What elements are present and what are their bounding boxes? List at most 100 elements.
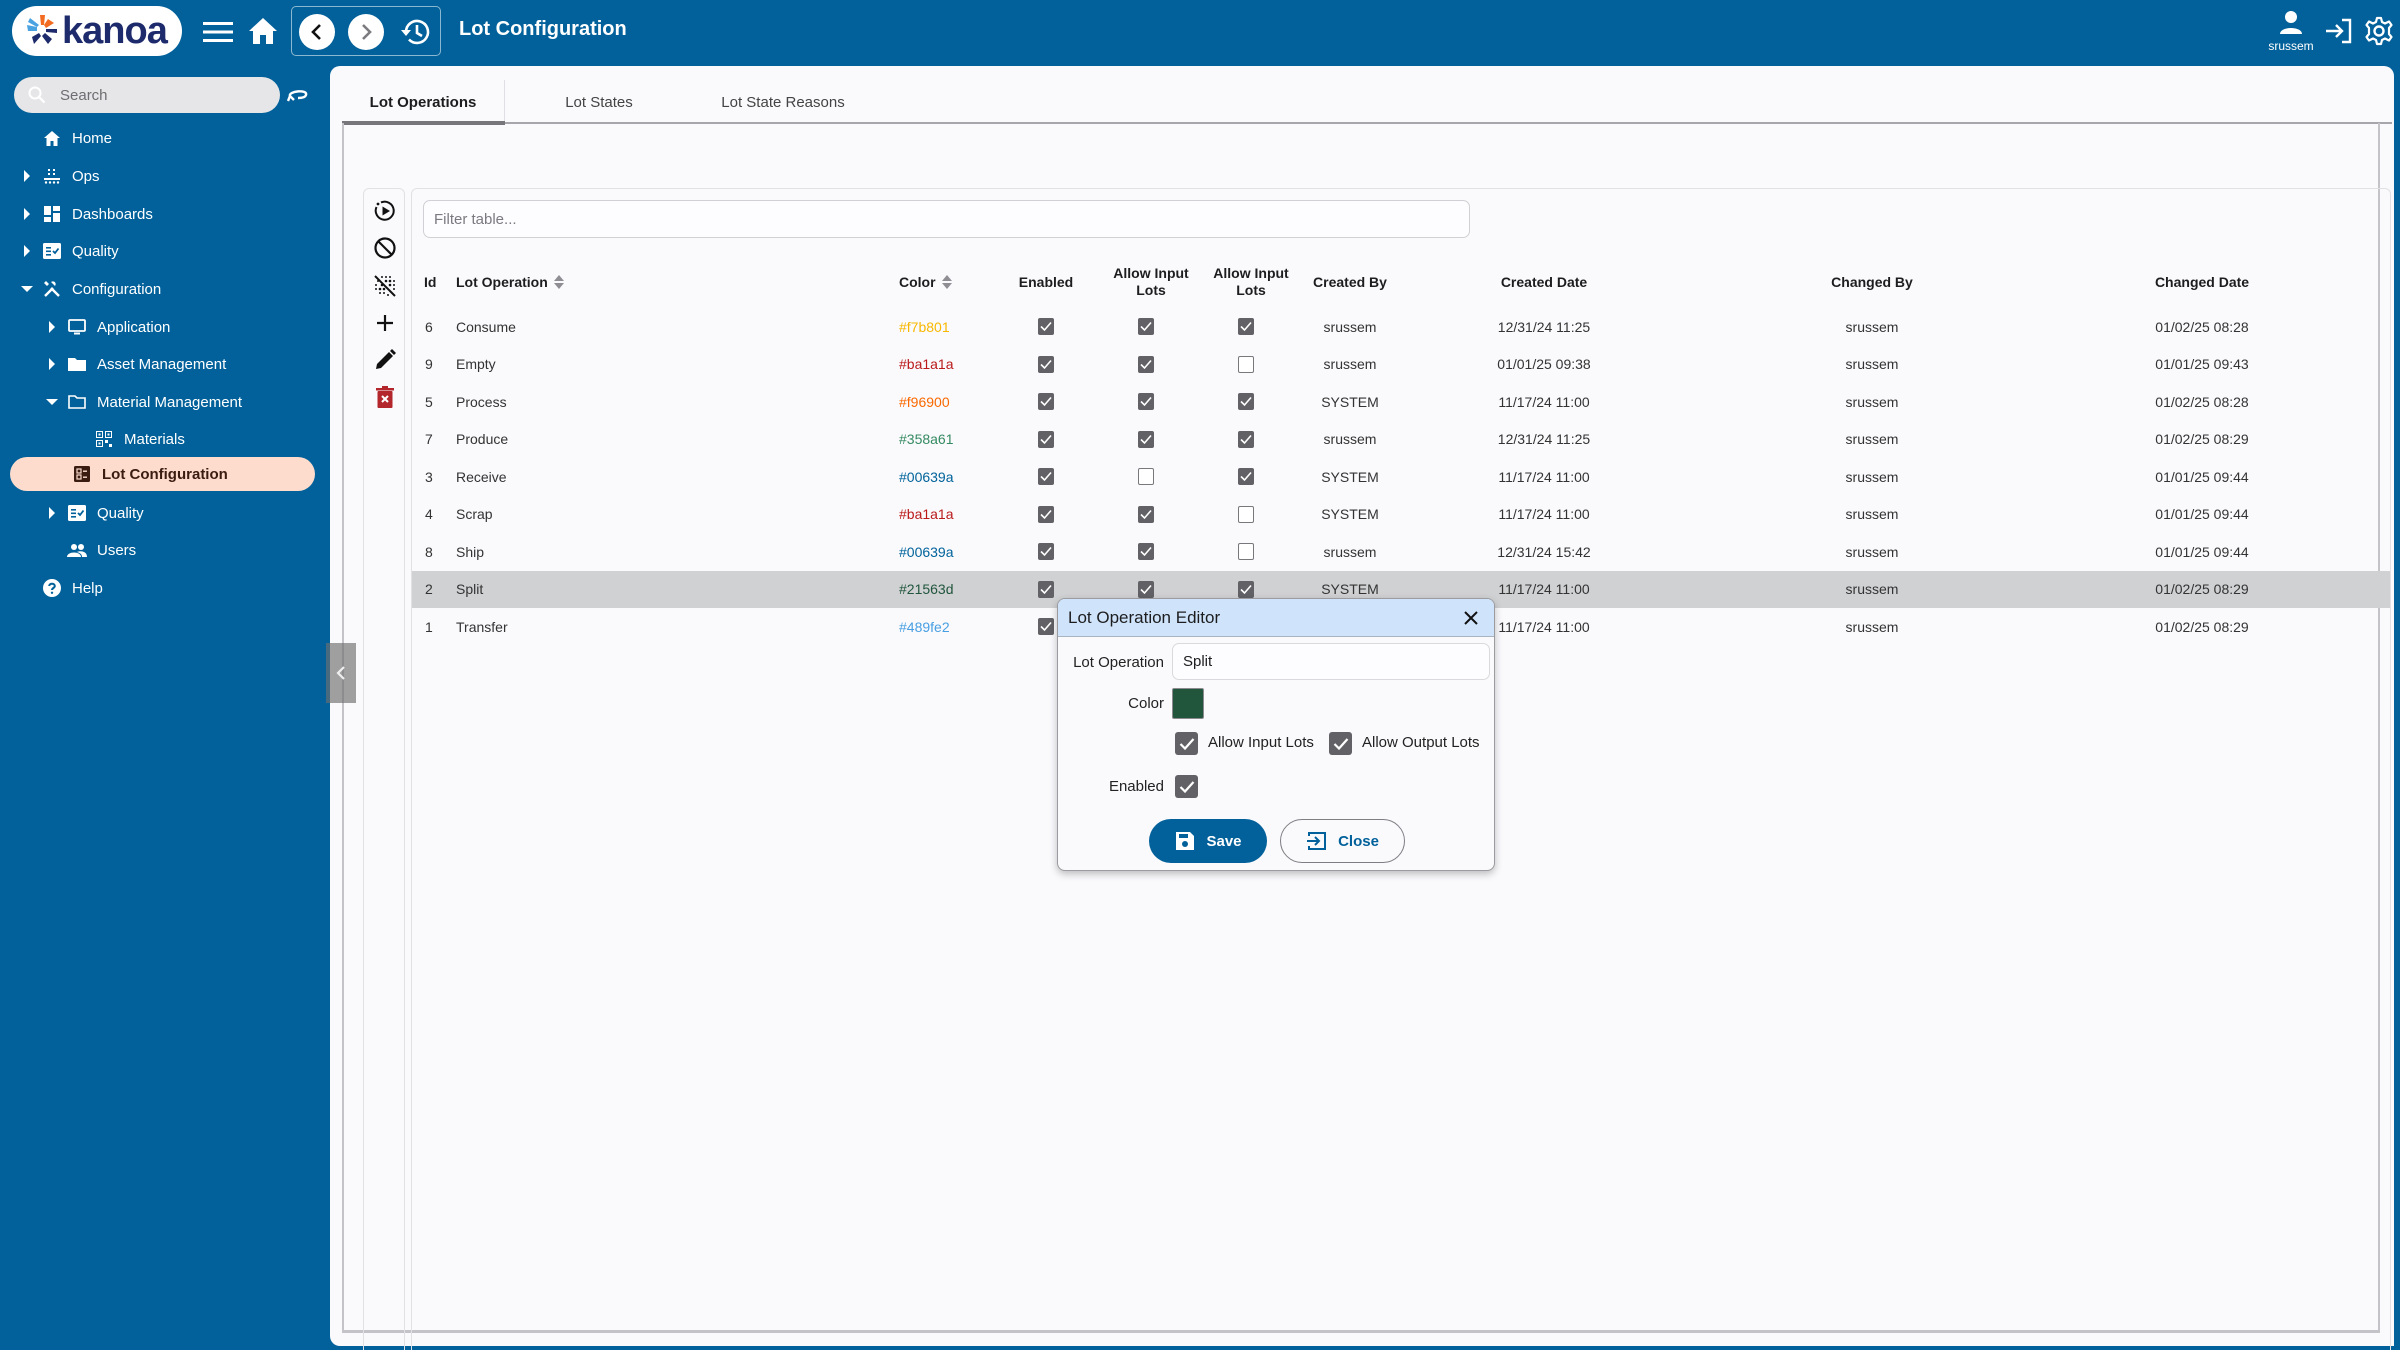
sidebar-item-configuration[interactable]: Configuration [20, 272, 161, 306]
allow-output-lots-checkbox[interactable] [1238, 543, 1254, 561]
sidebar-item-quality[interactable]: Quality [20, 234, 119, 268]
allow-output-lots-checkbox[interactable] [1238, 505, 1254, 523]
enabled-checkbox[interactable] [1038, 543, 1054, 561]
delete-button[interactable] [372, 384, 398, 410]
table-row[interactable]: 8 Ship #00639a srussem 12/31/24 15:42 sr… [412, 533, 2390, 571]
enabled-checkbox[interactable] [1038, 355, 1054, 373]
menu-button[interactable] [200, 14, 236, 50]
enabled-checkbox[interactable] [1038, 393, 1054, 411]
tab-lot-states[interactable]: Lot States [505, 80, 693, 124]
history-button[interactable] [397, 14, 435, 50]
sidebar-item-config-quality[interactable]: Quality [45, 496, 144, 530]
lot-operation-field[interactable] [1172, 643, 1490, 680]
filter-table-input[interactable] [434, 210, 1434, 228]
lot-operation-input[interactable] [1183, 653, 1483, 670]
activate-button[interactable] [372, 198, 398, 224]
allow-input-lots-checkbox[interactable] [1138, 580, 1154, 598]
enabled-checkbox[interactable] [1038, 468, 1054, 486]
column-header-enabled[interactable]: Enabled [1006, 257, 1086, 307]
sidebar-item-lot-configuration[interactable]: Lot Configuration [10, 457, 315, 491]
table-row[interactable]: 4 Scrap #ba1a1a SYSTEM 11/17/24 11:00 sr… [412, 496, 2390, 534]
allow-output-lots-checkbox[interactable] [1238, 430, 1254, 448]
allow-input-lots-checkbox[interactable] [1138, 318, 1154, 336]
id-cell: 8 [425, 543, 433, 560]
page-title: Lot Configuration [459, 18, 627, 40]
deactivate-button[interactable] [372, 235, 398, 261]
dialog-close-button[interactable] [1458, 605, 1484, 631]
allow-output-lots-checkbox[interactable] [1329, 732, 1352, 755]
table-row[interactable]: 6 Consume #f7b801 srussem 12/31/24 11:25… [412, 308, 2390, 346]
sidebar-item-dashboards[interactable]: Dashboards [20, 197, 153, 231]
allow-input-lots-checkbox[interactable] [1138, 430, 1154, 448]
sidebar-search-input[interactable] [60, 86, 260, 104]
id-cell: 6 [425, 318, 433, 335]
lot-operation-cell: Process [456, 393, 507, 410]
enabled-checkbox[interactable] [1038, 318, 1054, 336]
allow-input-lots-checkbox[interactable] [1138, 543, 1154, 561]
column-header-color[interactable]: Color [899, 257, 952, 307]
enabled-cell [1026, 346, 1066, 384]
clear-filter-button[interactable] [372, 273, 398, 299]
allow-output-lots-checkbox[interactable] [1238, 318, 1254, 336]
table-row[interactable]: 3 Receive #00639a SYSTEM 11/17/24 11:00 … [412, 458, 2390, 496]
allow-input-lots-checkbox[interactable] [1138, 355, 1154, 373]
settings-button[interactable] [2362, 14, 2396, 48]
table-row[interactable]: 9 Empty #ba1a1a srussem 01/01/25 09:38 s… [412, 346, 2390, 384]
column-header-changed-by[interactable]: Changed By [1812, 257, 1932, 307]
sidebar-item-ops[interactable]: Ops [20, 159, 100, 193]
sidebar-item-users[interactable]: Users [45, 533, 136, 567]
sidebar-search[interactable] [14, 77, 280, 113]
history-icon [401, 19, 430, 45]
table-row[interactable]: 7 Produce #358a61 srussem 12/31/24 11:25… [412, 421, 2390, 459]
allow-output-lots-checkbox[interactable] [1238, 355, 1254, 373]
allow-input-lots-checkbox[interactable] [1138, 505, 1154, 523]
enabled-checkbox[interactable] [1038, 505, 1054, 523]
kanoa-logo[interactable]: kanoa [12, 6, 182, 56]
tab-lot-operations[interactable]: Lot Operations [342, 80, 505, 124]
filter-table[interactable] [423, 200, 1470, 238]
sidebar-item-materials[interactable]: Materials [72, 422, 185, 456]
allow-output-lots-checkbox[interactable] [1238, 468, 1254, 486]
save-button[interactable]: Save [1149, 819, 1267, 863]
sidebar-item-material-management[interactable]: Material Management [45, 385, 242, 419]
tools-icon [44, 281, 60, 297]
allow-output-lots-checkbox[interactable] [1238, 580, 1254, 598]
sidebar-item-asset-management[interactable]: Asset Management [45, 347, 226, 381]
allow-input-lots-checkbox[interactable] [1138, 393, 1154, 411]
sort-icon[interactable] [941, 275, 952, 289]
allow-input-lots-checkbox[interactable] [1138, 468, 1154, 486]
edit-button[interactable] [372, 347, 398, 373]
enabled-checkbox[interactable] [1038, 618, 1054, 636]
enabled-checkbox[interactable] [1038, 580, 1054, 598]
forward-button[interactable] [348, 14, 384, 50]
user-menu[interactable]: srussem [2266, 10, 2316, 53]
changed-date-cell: 01/02/25 08:29 [2155, 431, 2249, 448]
color-picker-swatch[interactable] [1172, 688, 1204, 719]
home-button[interactable] [244, 12, 282, 50]
logout-button[interactable] [2322, 14, 2356, 48]
back-button[interactable] [299, 14, 335, 50]
column-header-allow-input-lots[interactable]: Allow Input Lots [1101, 257, 1201, 307]
tab-lot-state-reasons[interactable]: Lot State Reasons [693, 80, 873, 124]
column-header-id[interactable]: Id [424, 257, 436, 307]
close-button[interactable]: Close [1280, 819, 1405, 863]
allow-input-lots-checkbox[interactable] [1175, 732, 1198, 755]
sidebar-item-label: Quality [97, 504, 144, 522]
allow-output-lots-checkbox[interactable] [1238, 393, 1254, 411]
sidebar-item-help[interactable]: Help [20, 571, 103, 605]
enabled-checkbox[interactable] [1175, 775, 1198, 798]
table-row[interactable]: 5 Process #f96900 SYSTEM 11/17/24 11:00 … [412, 383, 2390, 421]
sync-nav-button[interactable] [285, 84, 311, 106]
sort-icon[interactable] [553, 275, 564, 289]
column-header-created-by[interactable]: Created By [1305, 257, 1395, 307]
column-header-created-date[interactable]: Created Date [1484, 257, 1604, 307]
color-label: Color [1128, 695, 1164, 712]
sidebar-collapse-handle[interactable] [326, 643, 356, 703]
add-button[interactable] [372, 310, 398, 336]
sidebar-item-application[interactable]: Application [45, 310, 170, 344]
sidebar-item-home[interactable]: Home [20, 121, 112, 155]
column-header-allow-input-lots-2[interactable]: Allow Input Lots [1201, 257, 1301, 307]
column-header-lot-operation[interactable]: Lot Operation [456, 257, 564, 307]
enabled-checkbox[interactable] [1038, 430, 1054, 448]
column-header-changed-date[interactable]: Changed Date [2132, 257, 2272, 307]
